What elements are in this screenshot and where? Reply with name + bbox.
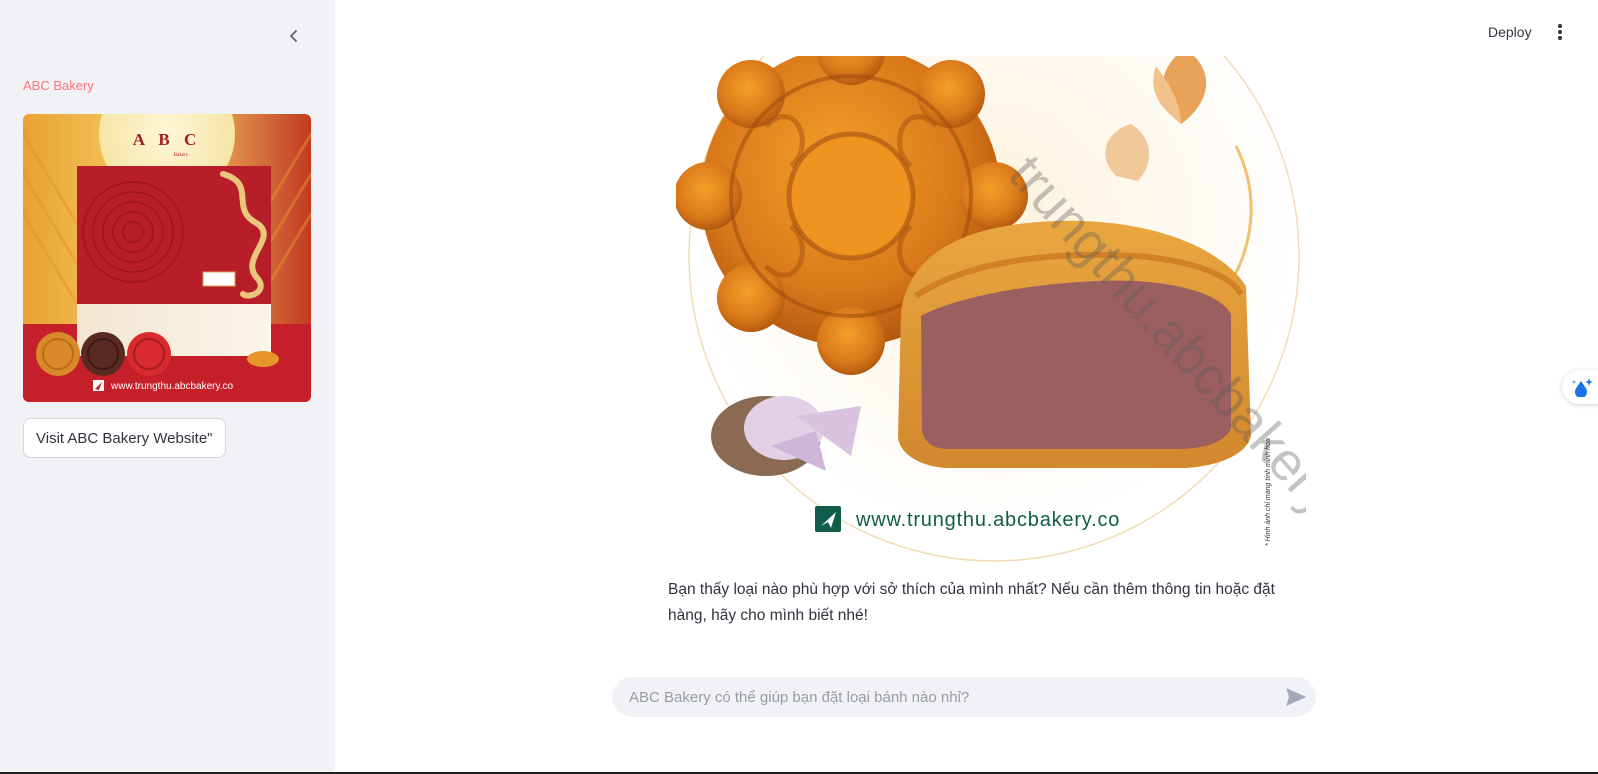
promo-image: A B C Bakery www.trungthu.abcbakery.co xyxy=(23,114,311,402)
mooncake-image: trungthu.abcbakery.co * Hình ảnh chỉ man… xyxy=(676,56,1306,564)
send-logo-icon xyxy=(815,506,841,532)
chevron-left-icon xyxy=(290,30,297,42)
brand-title: ABC Bakery xyxy=(23,78,94,93)
promo-logo-text: A B C xyxy=(133,130,201,149)
hero-url-text: www.trungthu.abcbakery.co xyxy=(855,509,1120,531)
promo-logo-subtext: Bakery xyxy=(174,153,189,158)
chat-input[interactable] xyxy=(612,677,1276,717)
more-vertical-icon xyxy=(1558,24,1562,40)
sidebar: ABC Bakery A B C Bakery www.trungthu.abc… xyxy=(0,0,335,774)
promo-url-text: www.trungthu.abcbakery.co xyxy=(110,381,234,392)
sparkle-drop-icon xyxy=(1572,378,1593,397)
send-icon xyxy=(1286,688,1306,706)
floating-assistant-button[interactable] xyxy=(1562,370,1598,404)
assistant-message: Bạn thấy loại nào phù hợp với sở thích c… xyxy=(668,581,1275,624)
visit-website-button[interactable]: Visit ABC Bakery Website" xyxy=(23,418,226,458)
main-menu-button[interactable] xyxy=(1548,18,1572,46)
chat-input-bar xyxy=(612,677,1316,717)
deploy-button[interactable]: Deploy xyxy=(1480,18,1540,46)
disclaimer-text: * Hình ảnh chỉ mang tính minh họa xyxy=(1264,438,1272,546)
send-button[interactable] xyxy=(1276,677,1316,717)
collapse-sidebar-button[interactable] xyxy=(282,24,306,48)
